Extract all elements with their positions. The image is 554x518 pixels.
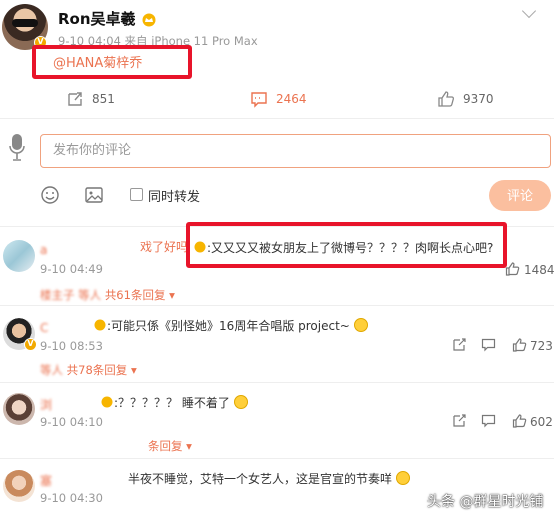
- comment-text: :？？？？？ 睡不着了: [100, 394, 248, 411]
- vip-badge-icon: [94, 319, 106, 331]
- thumbs-up-icon[interactable]: [505, 261, 520, 276]
- comment-text-prefix: 戏了好吗: [140, 240, 189, 254]
- comment-username[interactable]: 浏: [40, 398, 52, 412]
- chevron-down-icon[interactable]: [521, 3, 537, 19]
- divider: [0, 382, 554, 383]
- comment-time: 9-10 08:53: [40, 339, 103, 353]
- divider: [0, 458, 554, 459]
- verified-badge-icon: V: [24, 338, 37, 351]
- reply-link[interactable]: 条回复 ▾: [148, 438, 192, 454]
- comment-username[interactable]: 塞: [40, 474, 52, 488]
- vip-crown-icon: [142, 13, 156, 26]
- comment-body: :？？？？？ 睡不着了: [114, 396, 230, 410]
- comment-icon[interactable]: [481, 337, 496, 352]
- comment-input[interactable]: 发布你的评论: [40, 134, 551, 168]
- thumbs-up-icon[interactable]: [512, 337, 527, 352]
- reply-link[interactable]: 楼主子 等人 共61条回复 ▾: [40, 287, 175, 303]
- like-button[interactable]: 9370: [437, 90, 494, 108]
- emoji-icon: [353, 318, 368, 332]
- repost-icon[interactable]: [452, 413, 467, 428]
- comment-like-count: 602: [530, 415, 553, 429]
- vip-badge-icon: [101, 396, 113, 408]
- highlight-box: [186, 222, 507, 268]
- comment-username[interactable]: C: [40, 321, 48, 335]
- comment-text: 半夜不睡觉，艾特一个女艺人，这是官宣的节奏咩: [128, 470, 410, 487]
- thumbs-up-icon: [438, 91, 454, 107]
- watermark: 头条 @群星时光铺: [427, 494, 544, 510]
- emoji-icon: [395, 471, 410, 485]
- repost-count: 851: [92, 92, 115, 106]
- comment-time: 9-10 04:10: [40, 415, 103, 429]
- highlight-box: [32, 45, 192, 79]
- comment-like-count: 723: [530, 339, 553, 353]
- comment-body: 半夜不睡觉，艾特一个女艺人，这是官宣的节奏咩: [128, 472, 393, 486]
- comment-time: 9-10 04:49: [40, 262, 103, 276]
- repost-checkbox[interactable]: [130, 188, 143, 201]
- comment-icon[interactable]: [481, 413, 496, 428]
- comment-avatar[interactable]: [3, 240, 35, 272]
- comment-like-count: 1484: [524, 263, 554, 277]
- comment-button[interactable]: 2464: [250, 90, 307, 108]
- emoji-icon: [233, 395, 248, 409]
- comment-row-2: C: [40, 317, 48, 336]
- repost-checkbox-label: 同时转发: [148, 190, 201, 205]
- divider: [0, 305, 554, 306]
- thumbs-up-icon[interactable]: [512, 413, 527, 428]
- comment-avatar[interactable]: [3, 393, 35, 425]
- reply-count: 条回复: [148, 439, 183, 453]
- comment-row-3: 浏: [40, 394, 52, 413]
- comment-text: :可能只係《别怪她》16周年合唱版 project~: [93, 317, 368, 334]
- reply-count: 共61条回复: [104, 288, 166, 302]
- like-count: 9370: [463, 92, 494, 106]
- submit-comment-button[interactable]: 评论: [489, 180, 551, 211]
- comment-row-4: 塞: [40, 470, 52, 489]
- comment-row-1: a: [40, 239, 47, 258]
- repost-icon: [68, 92, 82, 106]
- comment-input-placeholder: 发布你的评论: [53, 143, 132, 158]
- repost-icon[interactable]: [452, 337, 467, 352]
- reply-prefix: 等人: [40, 363, 63, 377]
- comment-body: :可能只係《别怪她》16周年合唱版 project~: [107, 319, 350, 333]
- divider: [0, 118, 554, 119]
- repost-button[interactable]: 851: [66, 90, 115, 108]
- microphone-icon[interactable]: [8, 132, 26, 166]
- username-text: Ron吴卓羲: [58, 10, 136, 28]
- emoji-icon[interactable]: [40, 185, 60, 205]
- comment-time: 9-10 04:30: [40, 491, 103, 505]
- comment-avatar[interactable]: [3, 470, 35, 502]
- reply-count: 共78条回复: [66, 363, 128, 377]
- reply-prefix: 楼主子 等人: [40, 288, 102, 302]
- reply-link[interactable]: 等人 共78条回复 ▾: [40, 362, 137, 378]
- image-icon[interactable]: [84, 185, 104, 205]
- comment-icon: [251, 92, 267, 108]
- post-username[interactable]: Ron吴卓羲: [58, 8, 157, 29]
- comment-username[interactable]: a: [40, 243, 47, 257]
- comment-count: 2464: [276, 92, 307, 106]
